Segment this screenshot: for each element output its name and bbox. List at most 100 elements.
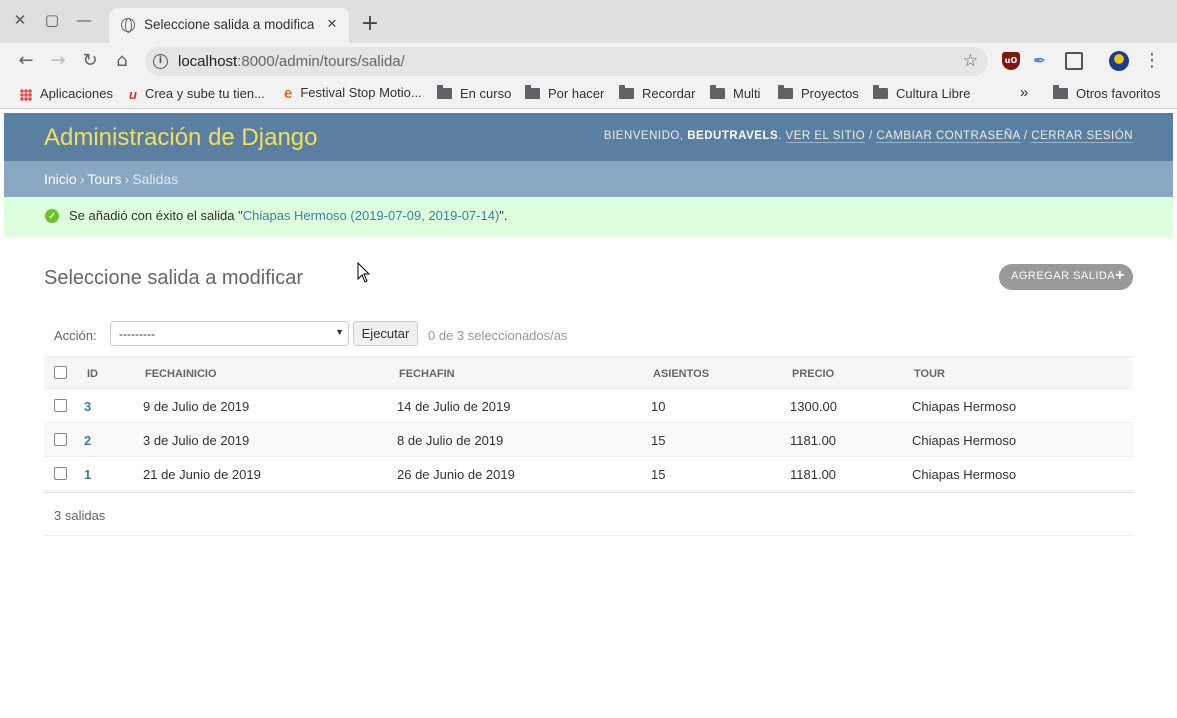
- reload-icon[interactable]: ↻: [78, 49, 102, 73]
- tab-close-icon[interactable]: ✕: [323, 16, 341, 34]
- cell-tour: Chiapas Hermoso: [912, 433, 1017, 448]
- run-action-button[interactable]: Ejecutar: [353, 321, 418, 346]
- bookmarks-overflow-icon[interactable]: »: [1020, 84, 1028, 101]
- home-icon[interactable]: ⌂: [110, 49, 134, 73]
- column-header-precio[interactable]: PRECIO: [792, 368, 834, 380]
- column-header-fechainicio[interactable]: FECHAINICIO: [145, 368, 217, 380]
- cell-precio: 1181.00: [790, 433, 837, 448]
- profile-avatar[interactable]: [1109, 51, 1129, 71]
- row-checkbox[interactable]: [54, 467, 67, 480]
- site-info-icon[interactable]: i: [153, 54, 168, 69]
- logout-link[interactable]: Cerrar sesión: [1031, 130, 1133, 143]
- dropdown-arrow-icon: ▼: [335, 327, 344, 337]
- folder-icon: [873, 85, 888, 100]
- column-header-fechafin[interactable]: FECHAFIN: [399, 368, 455, 380]
- folder-icon: [619, 85, 634, 100]
- row-id-link[interactable]: 1: [84, 467, 91, 482]
- folder-icon: [525, 85, 540, 100]
- bookmark-folder[interactable]: En curso: [437, 85, 512, 101]
- column-header-id[interactable]: ID: [87, 368, 98, 380]
- add-salida-button[interactable]: Agregar salida +: [999, 264, 1133, 290]
- folder-icon: [778, 85, 793, 100]
- mouse-cursor-icon: [357, 262, 371, 283]
- bookmark-label: Proyectos: [801, 86, 859, 101]
- bookmark-item[interactable]: e Festival Stop Motio...: [284, 85, 422, 102]
- admin-header: Administración de Django Bienvenido, BED…: [4, 113, 1173, 161]
- back-icon[interactable]: ←: [14, 49, 38, 73]
- action-label: Acción:: [54, 328, 97, 343]
- view-site-link[interactable]: Ver el sitio: [785, 130, 866, 143]
- row-id-link[interactable]: 2: [84, 433, 91, 448]
- cell-precio: 1300.00: [790, 399, 837, 414]
- change-password-link[interactable]: Cambiar contraseña: [876, 130, 1021, 143]
- breadcrumb-app[interactable]: Tours: [87, 171, 121, 187]
- bookmark-item[interactable]: u Crea y sube tu tien...: [129, 86, 265, 102]
- username: BEDUTRAVELS: [687, 130, 779, 142]
- select-all-checkbox[interactable]: [54, 366, 67, 379]
- column-header-tour[interactable]: TOUR: [914, 368, 945, 380]
- column-header-asientos[interactable]: ASIENTOS: [653, 368, 709, 380]
- row-checkbox[interactable]: [54, 433, 67, 446]
- breadcrumb-home[interactable]: Inicio: [44, 171, 77, 187]
- bookmark-folder[interactable]: Por hacer: [525, 85, 604, 101]
- site-branding[interactable]: Administración de Django: [44, 124, 317, 152]
- bookmark-label: Otros favoritos: [1076, 86, 1161, 101]
- bookmark-folder[interactable]: Cultura Libre: [873, 85, 971, 101]
- row-id-link[interactable]: 3: [84, 399, 91, 414]
- selection-counter: 0 de 3 seleccionados/as: [428, 328, 568, 343]
- bookmark-label: En curso: [460, 86, 512, 101]
- page-title: Seleccione salida a modificar: [44, 267, 304, 289]
- url-path: :8000/admin/tours/salida/: [237, 53, 405, 70]
- cell-fechainicio: 9 de Julio de 2019: [143, 399, 250, 414]
- action-selected-value: ---------: [119, 327, 155, 341]
- new-tab-icon[interactable]: +: [359, 13, 381, 35]
- window-maximize-icon[interactable]: ▢: [42, 10, 62, 30]
- tab-title: Seleccione salida a modificar |: [144, 17, 314, 32]
- browser-tab-bar: ✕ ▢ — Seleccione salida a modificar | ✕ …: [0, 0, 1177, 43]
- bookmark-label: Cultura Libre: [896, 86, 971, 101]
- table-row: 3 9 de Julio de 2019 14 de Julio de 2019…: [44, 389, 1133, 423]
- breadcrumb-separator: ›: [79, 171, 85, 187]
- table-row: 1 21 de Junio de 2019 26 de Junio de 201…: [44, 457, 1133, 491]
- cell-precio: 1181.00: [790, 467, 837, 482]
- message-object-link[interactable]: Chiapas Hermoso (2019-07-09, 2019-07-14): [243, 208, 500, 223]
- address-url: localhost:8000/admin/tours/salida/: [178, 53, 405, 70]
- action-select[interactable]: --------- ▼: [110, 321, 349, 346]
- browser-tab[interactable]: Seleccione salida a modificar | ✕: [109, 8, 349, 43]
- screen-capture-icon[interactable]: [1065, 52, 1083, 70]
- plus-icon: +: [1115, 267, 1125, 284]
- apps-grid-icon: [20, 88, 32, 101]
- bookmark-label: Recordar: [642, 86, 696, 101]
- bookmark-label: Aplicaciones: [40, 86, 113, 101]
- cell-asientos: 10: [651, 399, 666, 414]
- browser-menu-icon[interactable]: ⋮: [1143, 52, 1161, 70]
- table-header: ID FECHAINICIO FECHAFIN ASIENTOS PRECIO …: [44, 356, 1133, 389]
- globe-icon: [121, 18, 135, 33]
- folder-icon: [437, 85, 452, 100]
- forward-icon[interactable]: →: [46, 49, 70, 73]
- feather-extension-icon[interactable]: ✒: [1033, 52, 1051, 70]
- cell-asientos: 15: [651, 433, 666, 448]
- url-host: localhost: [178, 53, 238, 70]
- cell-fechainicio: 3 de Julio de 2019: [143, 433, 250, 448]
- check-circle-icon: ✓: [45, 209, 59, 223]
- table-row: 2 3 de Julio de 2019 8 de Julio de 2019 …: [44, 423, 1133, 457]
- bookmark-other-folder[interactable]: Otros favoritos: [1053, 85, 1161, 101]
- row-checkbox[interactable]: [54, 399, 67, 412]
- bookmark-label: Multi: [733, 86, 761, 101]
- window-minimize-icon[interactable]: —: [74, 10, 94, 30]
- site-e-icon: e: [284, 85, 293, 103]
- cell-fechafin: 8 de Julio de 2019: [397, 433, 504, 448]
- address-bar[interactable]: i localhost:8000/admin/tours/salida/ ☆: [145, 47, 988, 76]
- bookmark-star-icon[interactable]: ☆: [963, 51, 978, 71]
- window-close-icon[interactable]: ✕: [10, 10, 30, 30]
- bookmark-apps[interactable]: Aplicaciones: [20, 86, 113, 101]
- bookmark-folder[interactable]: Proyectos: [778, 85, 859, 101]
- folder-icon: [710, 85, 725, 100]
- bookmark-folder[interactable]: Multi: [710, 85, 761, 101]
- ublock-extension-icon[interactable]: uO: [1002, 52, 1020, 70]
- cell-fechafin: 14 de Julio de 2019: [397, 399, 511, 414]
- site-v-icon: u: [129, 87, 137, 103]
- cell-fechafin: 26 de Junio de 2019: [397, 467, 515, 482]
- bookmark-folder[interactable]: Recordar: [619, 85, 696, 101]
